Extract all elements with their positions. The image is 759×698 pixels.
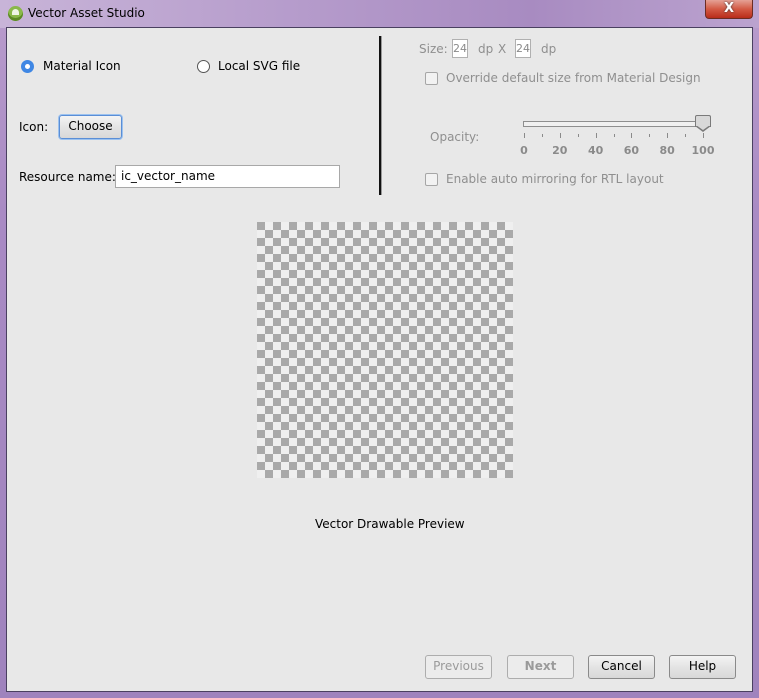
opacity-slider-thumb-pointer: [695, 125, 711, 132]
resource-name-input[interactable]: ic_vector_name: [115, 165, 340, 188]
next-button[interactable]: Next: [507, 655, 574, 679]
vertical-divider: [379, 36, 382, 195]
opacity-tick-label: 20: [552, 144, 568, 157]
opacity-tick-label: 60: [623, 144, 640, 157]
title-bar: Vector Asset Studio X: [0, 0, 759, 28]
opacity-tick-label: 0: [520, 144, 528, 157]
radio-label: Material Icon: [43, 59, 121, 73]
auto-mirroring-checkbox[interactable]: [425, 173, 438, 186]
size-unit-width: dp: [478, 42, 494, 56]
opacity-tick-label: 40: [587, 144, 604, 157]
opacity-major-tick: [524, 133, 525, 138]
previous-button[interactable]: Previous: [425, 655, 492, 679]
icon-label: Icon:: [19, 120, 49, 134]
radio-button-unchecked[interactable]: [197, 60, 210, 73]
opacity-major-tick: [559, 133, 561, 138]
opacity-slider-track[interactable]: [523, 121, 705, 127]
preview-caption: Vector Drawable Preview: [315, 517, 465, 531]
override-size-checkbox[interactable]: [425, 72, 438, 85]
dialog-content: Material Icon Local SVG file Icon: Choos…: [6, 27, 753, 692]
size-height-input[interactable]: 24: [515, 39, 531, 58]
opacity-minor-tick: [685, 134, 687, 137]
radio-label: Local SVG file: [218, 59, 301, 73]
opacity-major-tick: [631, 133, 633, 138]
cancel-button[interactable]: Cancel: [588, 655, 655, 679]
opacity-minor-tick: [541, 134, 543, 137]
opacity-major-tick: [595, 133, 597, 138]
size-unit-height: dp: [541, 42, 557, 56]
window-title: Vector Asset Studio: [28, 6, 145, 20]
size-label: Size:: [419, 42, 448, 56]
opacity-tick-label: 100: [691, 144, 715, 157]
resource-name-label: Resource name:: [19, 170, 116, 184]
choose-button[interactable]: Choose: [59, 115, 122, 139]
vector-preview-canvas: [257, 222, 513, 478]
radio-button-checked[interactable]: [21, 60, 34, 73]
opacity-minor-tick: [577, 134, 579, 137]
opacity-label: Opacity:: [430, 130, 480, 144]
auto-mirroring-label: Enable auto mirroring for RTL layout: [446, 172, 664, 186]
opacity-minor-tick: [649, 134, 651, 137]
size-width-input[interactable]: 24: [452, 39, 468, 58]
opacity-major-tick: [703, 133, 704, 138]
android-studio-icon: [8, 6, 23, 21]
close-button[interactable]: X: [705, 0, 753, 19]
opacity-tick-label: 80: [659, 144, 675, 157]
help-button[interactable]: Help: [669, 655, 736, 679]
opacity-major-tick: [667, 133, 669, 138]
opacity-minor-tick: [613, 134, 615, 137]
override-size-label: Override default size from Material Desi…: [446, 71, 701, 85]
size-separator: X: [498, 42, 507, 56]
